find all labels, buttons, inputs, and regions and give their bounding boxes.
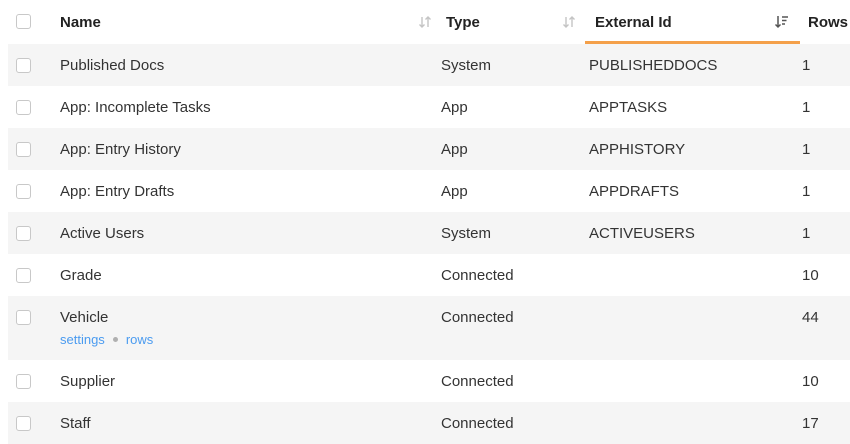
column-header-type[interactable]: Type [441,14,585,31]
row-checkbox[interactable] [16,226,31,241]
column-header-rows-label: Rows [808,13,849,31]
row-checkbox[interactable] [16,268,31,283]
table-row[interactable]: App: Incomplete Tasks App APPTASKS 1 [8,86,850,128]
row-type: Connected [441,373,514,390]
row-external-id: ACTIVEUSERS [589,225,695,242]
row-checkbox[interactable] [16,142,31,157]
row-rows-count: 1 [802,99,811,116]
row-type: System [441,57,492,74]
table-row[interactable]: Vehicle settings rows Connected 44 [8,296,850,360]
table-row[interactable]: Staff Connected 17 [8,402,850,444]
row-name: App: Entry History [60,141,181,158]
column-header-type-label: Type [446,13,480,31]
table-row[interactable]: Supplier Connected 10 [8,360,850,402]
row-type: System [441,225,492,242]
row-name-cell: Published Docs [46,57,441,74]
row-external-id: APPTASKS [589,99,668,116]
sort-icon[interactable] [561,14,577,30]
row-links: settings rows [60,332,441,347]
row-checkbox[interactable] [16,58,31,73]
row-name: Supplier [60,373,116,390]
row-name: App: Entry Drafts [60,183,175,200]
row-rows-count: 10 [802,373,819,390]
row-rows-count: 1 [802,225,811,242]
column-header-external-id-label: External Id [595,13,672,31]
row-rows-count: 44 [802,309,819,326]
row-type: App [441,183,468,200]
table-row[interactable]: App: Entry Drafts App APPDRAFTS 1 [8,170,850,212]
row-name: Vehicle [60,309,109,326]
row-name: Grade [60,267,102,284]
settings-link[interactable]: settings [60,332,105,347]
column-header-rows[interactable]: Rows [800,14,850,31]
header-checkbox-cell [8,13,46,31]
row-checkbox[interactable] [16,310,31,325]
row-name-cell: Supplier [46,373,441,390]
row-rows-count: 1 [802,141,811,158]
row-checkbox-cell [8,57,46,74]
row-external-id: APPHISTORY [589,141,686,158]
select-all-checkbox[interactable] [16,13,31,29]
row-checkbox-cell [8,373,46,390]
table-row[interactable]: App: Entry History App APPHISTORY 1 [8,128,850,170]
row-rows-count: 1 [802,57,811,74]
table-body: Published Docs System PUBLISHEDDOCS 1 App: I… [0,44,850,444]
row-type: Connected [441,267,514,284]
sort-icon[interactable] [417,14,433,30]
sort-descending-icon[interactable] [774,14,790,30]
row-checkbox-cell [8,415,46,432]
row-checkbox-cell [8,225,46,242]
row-name: Staff [60,415,91,432]
table-row[interactable]: Grade Connected 10 [8,254,850,296]
column-header-name-label: Name [60,13,101,31]
row-rows-count: 10 [802,267,819,284]
row-name-cell: Staff [46,415,441,432]
row-type: App [441,99,468,116]
row-checkbox-cell [8,99,46,116]
row-type: Connected [441,415,514,432]
table-row[interactable]: Active Users System ACTIVEUSERS 1 [8,212,850,254]
row-rows-count: 17 [802,415,819,432]
row-checkbox-cell [8,309,46,326]
row-rows-count: 1 [802,183,811,200]
row-name: App: Incomplete Tasks [60,99,211,116]
row-checkbox[interactable] [16,184,31,199]
rows-link[interactable]: rows [126,332,153,347]
row-checkbox[interactable] [16,374,31,389]
row-external-id: PUBLISHEDDOCS [589,57,718,74]
row-name-cell: Vehicle settings rows [46,309,441,347]
table-header: Name Type External Id Rows [8,0,850,44]
column-header-external-id[interactable]: External Id [585,13,800,44]
row-name-cell: App: Entry History [46,141,441,158]
row-type: Connected [441,309,514,326]
row-type: App [441,141,468,158]
row-checkbox-cell [8,267,46,284]
row-name-cell: Grade [46,267,441,284]
link-separator [112,337,118,343]
data-table: Name Type External Id Rows Published Doc… [0,0,850,444]
row-name-cell: Active Users [46,225,441,242]
row-checkbox-cell [8,183,46,200]
row-checkbox-cell [8,141,46,158]
row-external-id: APPDRAFTS [589,183,680,200]
column-header-name[interactable]: Name [46,14,441,31]
table-row[interactable]: Published Docs System PUBLISHEDDOCS 1 [8,44,850,86]
row-name-cell: App: Entry Drafts [46,183,441,200]
row-checkbox[interactable] [16,416,31,431]
row-name-cell: App: Incomplete Tasks [46,99,441,116]
row-name: Published Docs [60,57,165,74]
row-checkbox[interactable] [16,100,31,115]
row-name: Active Users [60,225,145,242]
